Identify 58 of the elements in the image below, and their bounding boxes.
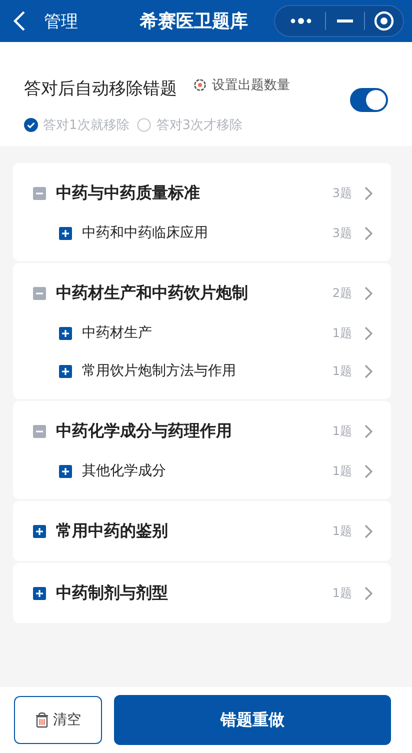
question-count: 1题 (332, 584, 352, 602)
chevron-right-icon (364, 424, 373, 438)
collapse-icon (33, 286, 46, 300)
clear-button[interactable]: 清空 (14, 696, 102, 744)
back-icon (12, 10, 26, 32)
chevron-right-icon (364, 326, 373, 340)
chapter-row[interactable]: 中药化学成分与药理作用 1题 (13, 410, 391, 452)
question-count: 1题 (332, 462, 352, 480)
chevron-right-icon (364, 286, 373, 300)
chevron-right-icon (364, 186, 373, 200)
question-count: 3题 (332, 184, 352, 202)
chapter-title: 常用中药的鉴别 (56, 520, 169, 542)
question-count: 2题 (332, 284, 352, 302)
expand-icon (59, 326, 72, 340)
redo-button[interactable]: 错题重做 (114, 695, 391, 745)
close-icon[interactable] (373, 10, 395, 32)
chapter-row[interactable]: 中药制剂与剂型 1题 (13, 572, 391, 614)
section-title: 其他化学成分 (82, 462, 167, 480)
question-count: 1题 (332, 422, 352, 440)
collapse-icon (33, 186, 46, 200)
chapter-title: 中药化学成分与药理作用 (56, 420, 233, 442)
setting-label: 答对后自动移除错题 (24, 78, 177, 100)
section-row[interactable]: 其他化学成分 1题 (13, 452, 391, 490)
trash-icon (35, 712, 49, 728)
collapse-icon (33, 424, 46, 438)
section-title: 中药和中药临床应用 (82, 224, 209, 242)
question-count: 1题 (332, 362, 352, 380)
chapter-title: 中药与中药质量标准 (56, 182, 201, 204)
chapter-row[interactable]: 中药与中药质量标准 3题 (13, 172, 391, 214)
check-icon (24, 118, 38, 132)
section-title: 中药材生产 (82, 324, 153, 342)
back-button[interactable]: 管理 (12, 10, 78, 32)
chevron-right-icon (364, 226, 373, 240)
chapter-row[interactable]: 中药材生产和中药饮片炮制 2题 (13, 272, 391, 314)
expand-icon (59, 464, 72, 478)
app-title: 希赛医卫题库 (140, 10, 248, 33)
section-row[interactable]: 中药材生产 1题 (13, 314, 391, 352)
expand-icon (33, 586, 46, 600)
gear-icon (193, 78, 207, 92)
question-count: 3题 (332, 224, 352, 242)
chapter-title: 中药材生产和中药饮片炮制 (56, 282, 249, 304)
chevron-right-icon (364, 524, 373, 538)
chevron-right-icon (364, 586, 373, 600)
expand-icon (59, 364, 72, 378)
section-title: 常用饮片炮制方法与作用 (82, 362, 237, 380)
section-row[interactable]: 常用饮片炮制方法与作用 1题 (13, 352, 391, 390)
radio-icon (137, 118, 152, 132)
chevron-right-icon (364, 464, 373, 478)
chapter-title: 中药制剂与剂型 (56, 582, 169, 604)
toggle-switch[interactable] (350, 88, 388, 112)
section-row[interactable]: 中药和中药临床应用 3题 (13, 214, 391, 252)
set-count-link[interactable]: 设置出题数量 (193, 76, 290, 94)
expand-icon (59, 226, 72, 240)
chapter-row[interactable]: 常用中药的鉴别 1题 (13, 510, 391, 552)
expand-icon (33, 524, 46, 538)
chevron-right-icon (364, 364, 373, 378)
question-count: 1题 (332, 522, 352, 540)
question-count: 1题 (332, 324, 352, 342)
